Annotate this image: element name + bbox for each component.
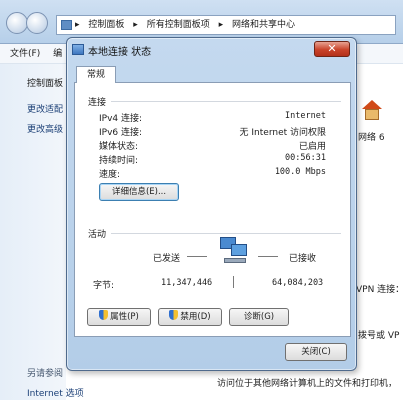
tab-general[interactable]: 常规 (76, 66, 116, 83)
breadcrumb-item-all-items[interactable]: 所有控制面板项 (147, 20, 210, 30)
uac-shield-icon (169, 310, 179, 320)
bytes-divider (233, 276, 234, 288)
ipv6-label: IPv6 连接: (99, 128, 143, 138)
disable-label: 禁用(D) (180, 312, 211, 322)
control-panel-icon (61, 20, 72, 30)
local-connection-status-dialog: 本地连接 状态 ✕ 常规 连接 IPv4 连接: Internet IPv6 连… (66, 37, 357, 371)
received-dash (258, 256, 278, 257)
breadcrumb-separator: ▸ (75, 20, 80, 30)
dialog-title: 本地连接 状态 (88, 47, 152, 58)
sidebar-change-advanced[interactable]: 更改高级 (27, 122, 67, 135)
breadcrumb-item-network-center[interactable]: 网络和共享中心 (232, 20, 295, 30)
explorer-sidebar: 控制面板 更改适配 更改高级 另请参阅 Internet 选项 (0, 64, 84, 400)
duration-value: 00:56:31 (285, 153, 326, 163)
properties-label: 属性(P) (110, 312, 139, 322)
connection-section-title: 连接 (88, 98, 107, 108)
close-icon[interactable]: ✕ (314, 41, 350, 57)
close-glyph: ✕ (327, 42, 337, 55)
address-bar[interactable]: ▸ 控制面板 ▸ 所有控制面板项 ▸ 网络和共享中心 (56, 15, 396, 35)
activity-section-title: 活动 (88, 230, 107, 240)
bytes-sent-value: 11,347,446 (161, 278, 213, 288)
received-label: 已接收 (289, 254, 317, 264)
diagnose-button[interactable]: 诊断(G) (229, 308, 289, 326)
general-tab-panel: 连接 IPv4 连接: Internet IPv6 连接: 无 Internet… (74, 82, 351, 337)
media-state-label: 媒体状态: (99, 142, 139, 152)
network-activity-icon (218, 237, 250, 267)
breadcrumb-separator: ▸ (133, 20, 138, 30)
details-button[interactable]: 详细信息(E)... (99, 183, 179, 201)
network-label[interactable]: 网络 6 (358, 130, 385, 143)
sidebar-internet-options[interactable]: Internet 选项 (27, 386, 84, 399)
connection-divider (111, 101, 341, 102)
sidebar-change-adapter[interactable]: 更改适配 (27, 102, 67, 115)
vpn-connection-text: VPN 连接： (356, 285, 403, 295)
bytes-label: 字节: (93, 281, 115, 291)
uac-shield-icon (99, 310, 109, 320)
ipv4-label: IPv4 连接: (99, 114, 143, 124)
ipv6-value: 无 Internet 访问权限 (239, 128, 326, 138)
back-button[interactable] (6, 12, 28, 34)
dialup-vpn-text: 拨号或 VP (358, 331, 400, 341)
close-button[interactable]: 关闭(C) (285, 343, 347, 361)
sidebar-control-panel-home[interactable]: 控制面板 (27, 76, 67, 89)
activity-divider (111, 233, 341, 234)
menu-edit[interactable]: 编 (53, 49, 62, 59)
properties-button[interactable]: 属性(P) (87, 308, 151, 326)
speed-value: 100.0 Mbps (274, 167, 326, 177)
speed-label: 速度: (99, 170, 121, 180)
network-connection-icon (72, 44, 84, 55)
sidebar-see-also: 另请参阅 (27, 369, 64, 379)
ipv4-value: Internet (285, 111, 326, 121)
sent-dash (187, 256, 207, 257)
breadcrumb-separator: ▸ (218, 20, 224, 30)
media-state-value: 已启用 (298, 142, 326, 152)
duration-label: 持续时间: (99, 156, 139, 166)
disable-button[interactable]: 禁用(D) (158, 308, 222, 326)
breadcrumb-item-control-panel[interactable]: 控制面板 (88, 20, 124, 30)
forward-button[interactable] (26, 12, 48, 34)
menu-file[interactable]: 文件(F) (10, 49, 40, 59)
bytes-received-value: 64,084,203 (272, 278, 324, 288)
home-network-icon (361, 100, 383, 122)
sent-label: 已发送 (153, 254, 181, 264)
access-files-text: 访问位于其他网络计算机上的文件和打印机， (217, 379, 398, 389)
